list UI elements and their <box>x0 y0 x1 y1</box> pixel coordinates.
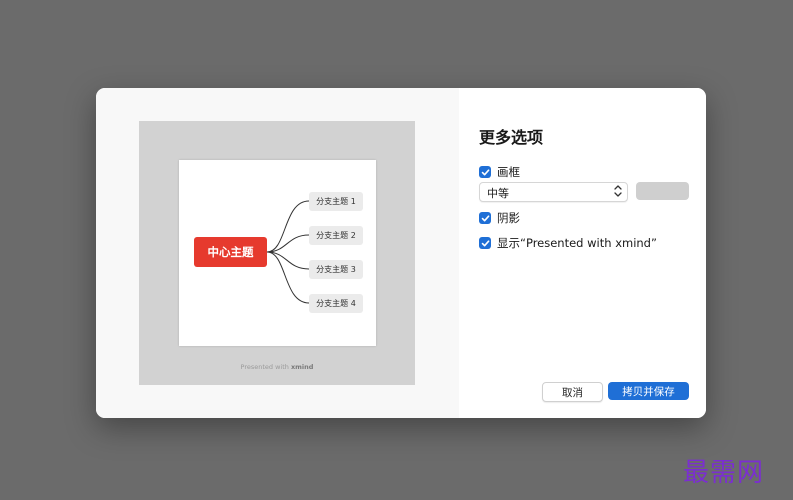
shadow-option[interactable]: 阴影 <box>479 210 520 226</box>
checkmark-icon <box>481 214 489 221</box>
export-dialog: 中心主题 分支主题 1 分支主题 2 分支主题 3 分支主题 4 Present… <box>96 88 706 418</box>
shadow-checkbox[interactable] <box>479 212 491 224</box>
show-watermark-label: 显示“Presented with xmind” <box>497 236 657 250</box>
central-topic: 中心主题 <box>194 237 267 267</box>
cancel-button[interactable]: 取消 <box>542 382 603 402</box>
frame-color-button[interactable] <box>636 182 689 200</box>
checkmark-icon <box>481 168 489 175</box>
show-watermark-option[interactable]: 显示“Presented with xmind” <box>479 235 657 251</box>
options-title: 更多选项 <box>479 128 544 147</box>
frame-size-value: 中等 <box>487 187 509 200</box>
branch-topic-4: 分支主题 4 <box>309 294 363 313</box>
show-watermark-checkbox[interactable] <box>479 237 491 249</box>
branch-topic-2: 分支主题 2 <box>309 226 363 245</box>
preview-pane: 中心主题 分支主题 1 分支主题 2 分支主题 3 分支主题 4 Present… <box>96 88 459 418</box>
frame-size-select[interactable]: 中等 <box>479 182 628 202</box>
shadow-label: 阴影 <box>497 211 520 225</box>
preview-watermark: Presented with xmind <box>139 363 415 371</box>
chevron-updown-icon <box>614 185 622 197</box>
copy-and-save-button[interactable]: 拷贝并保存 <box>608 382 689 400</box>
watermark-brand: xmind <box>290 363 314 371</box>
preview-frame: 中心主题 分支主题 1 分支主题 2 分支主题 3 分支主题 4 Present… <box>139 121 415 385</box>
branch-topic-3: 分支主题 3 <box>309 260 363 279</box>
frame-option[interactable]: 画框 <box>479 164 520 180</box>
watermark-prefix: Presented with <box>240 363 291 371</box>
checkmark-icon <box>481 239 489 246</box>
branch-topic-1: 分支主题 1 <box>309 192 363 211</box>
mindmap-canvas: 中心主题 分支主题 1 分支主题 2 分支主题 3 分支主题 4 <box>179 160 376 346</box>
site-watermark-logo: 最需网 <box>683 458 765 488</box>
frame-label: 画框 <box>497 165 520 179</box>
frame-checkbox[interactable] <box>479 166 491 178</box>
options-pane: 更多选项 画框 中等 阴影 显示“Presented with xmind” 取… <box>459 88 706 418</box>
